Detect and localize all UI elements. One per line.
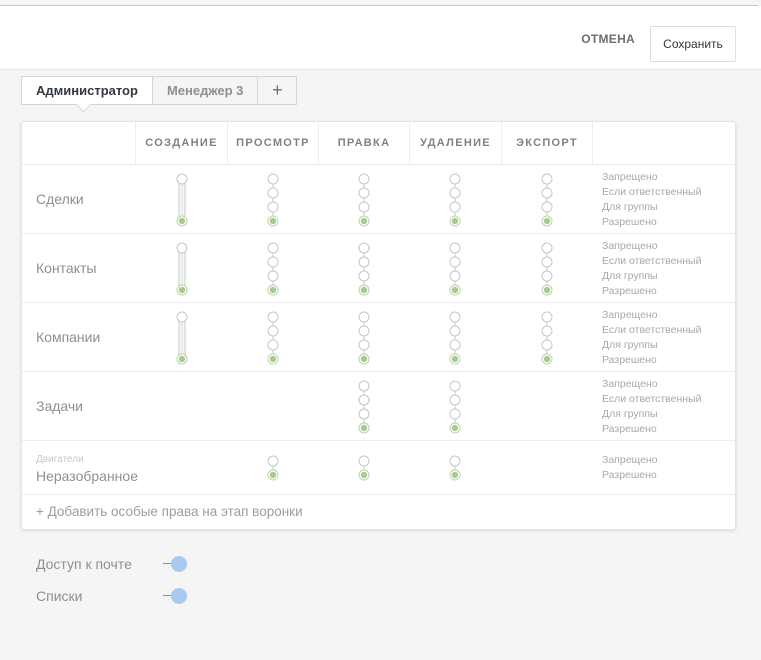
permission-slider-edit[interactable] xyxy=(357,311,371,365)
row-unsorted: Двигатели Неразобранное Запрещено Разреш… xyxy=(22,441,735,495)
row-label: Задачи xyxy=(36,398,84,414)
row-label: Неразобранное xyxy=(36,468,138,484)
tab-manager-3[interactable]: Менеджер 3 xyxy=(153,77,259,104)
permission-slider-create[interactable] xyxy=(175,311,189,365)
mail-access-label: Доступ к почте xyxy=(36,556,132,572)
cancel-button[interactable]: ОТМЕНА xyxy=(581,32,635,46)
row-sublabel: Двигатели xyxy=(36,454,84,465)
permission-slider-edit[interactable] xyxy=(357,242,371,296)
row-label: Сделки xyxy=(36,191,84,207)
toggle-knob xyxy=(171,556,187,572)
permission-slider-delete[interactable] xyxy=(448,242,462,296)
save-button[interactable]: Сохранить xyxy=(650,26,736,62)
permission-slider-create[interactable] xyxy=(175,242,189,296)
lists-label: Списки xyxy=(36,588,83,604)
header-bar: ОТМЕНА Сохранить xyxy=(0,6,761,70)
row-tasks: Задачи Запрещено Если ответственный Для … xyxy=(22,372,735,441)
lists-toggle[interactable] xyxy=(163,588,189,604)
permission-slider-create[interactable] xyxy=(175,173,189,227)
mail-access-toggle[interactable] xyxy=(163,556,189,572)
permission-slider-view[interactable] xyxy=(266,455,280,481)
row-contacts: Контакты Запрещено Если ответственный Дл… xyxy=(22,234,735,303)
permission-slider-export[interactable] xyxy=(540,242,554,296)
permission-slider-export[interactable] xyxy=(540,173,554,227)
permission-slider-view[interactable] xyxy=(266,242,280,296)
permission-slider-view[interactable] xyxy=(266,173,280,227)
permission-slider-edit[interactable] xyxy=(357,455,371,481)
permission-slider-edit[interactable] xyxy=(357,173,371,227)
row-label: Контакты xyxy=(36,260,97,276)
add-pipeline-stage-rights-link[interactable]: + Добавить особые права на этап воронки xyxy=(36,504,303,519)
permission-levels-legend: Запрещено Если ответственный Для группы … xyxy=(602,240,702,297)
row-companies: Компании Запрещено Если ответственный Дл… xyxy=(22,303,735,372)
permission-slider-delete[interactable] xyxy=(448,455,462,481)
permission-levels-legend: Запрещено Если ответственный Для группы … xyxy=(602,171,702,228)
add-role-button[interactable]: + xyxy=(258,77,296,104)
role-tabs: Администратор Менеджер 3 + xyxy=(21,76,298,105)
row-deals: Сделки Запрещено Если ответственный Для … xyxy=(22,165,735,234)
row-label: Компании xyxy=(36,329,101,345)
permission-slider-export[interactable] xyxy=(540,311,554,365)
column-header-view: ПРОСМОТР xyxy=(227,122,318,164)
toggle-knob xyxy=(171,588,187,604)
column-header-edit: ПРАВКА xyxy=(318,122,409,164)
permission-slider-delete[interactable] xyxy=(448,311,462,365)
permission-slider-delete[interactable] xyxy=(448,380,462,434)
permissions-table: СОЗДАНИЕ ПРОСМОТР ПРАВКА УДАЛЕНИЕ ЭКСПОР… xyxy=(21,121,736,530)
permission-slider-edit[interactable] xyxy=(357,380,371,434)
permission-levels-legend: Запрещено Разрешено xyxy=(602,454,658,481)
permission-levels-legend: Запрещено Если ответственный Для группы … xyxy=(602,378,702,435)
column-header-export: ЭКСПОРТ xyxy=(501,122,592,164)
permission-slider-view[interactable] xyxy=(266,311,280,365)
column-header-delete: УДАЛЕНИЕ xyxy=(409,122,501,164)
permission-levels-legend: Запрещено Если ответственный Для группы … xyxy=(602,309,702,366)
tab-administrator[interactable]: Администратор xyxy=(22,77,153,104)
column-header-create: СОЗДАНИЕ xyxy=(135,122,227,164)
permission-slider-delete[interactable] xyxy=(448,173,462,227)
